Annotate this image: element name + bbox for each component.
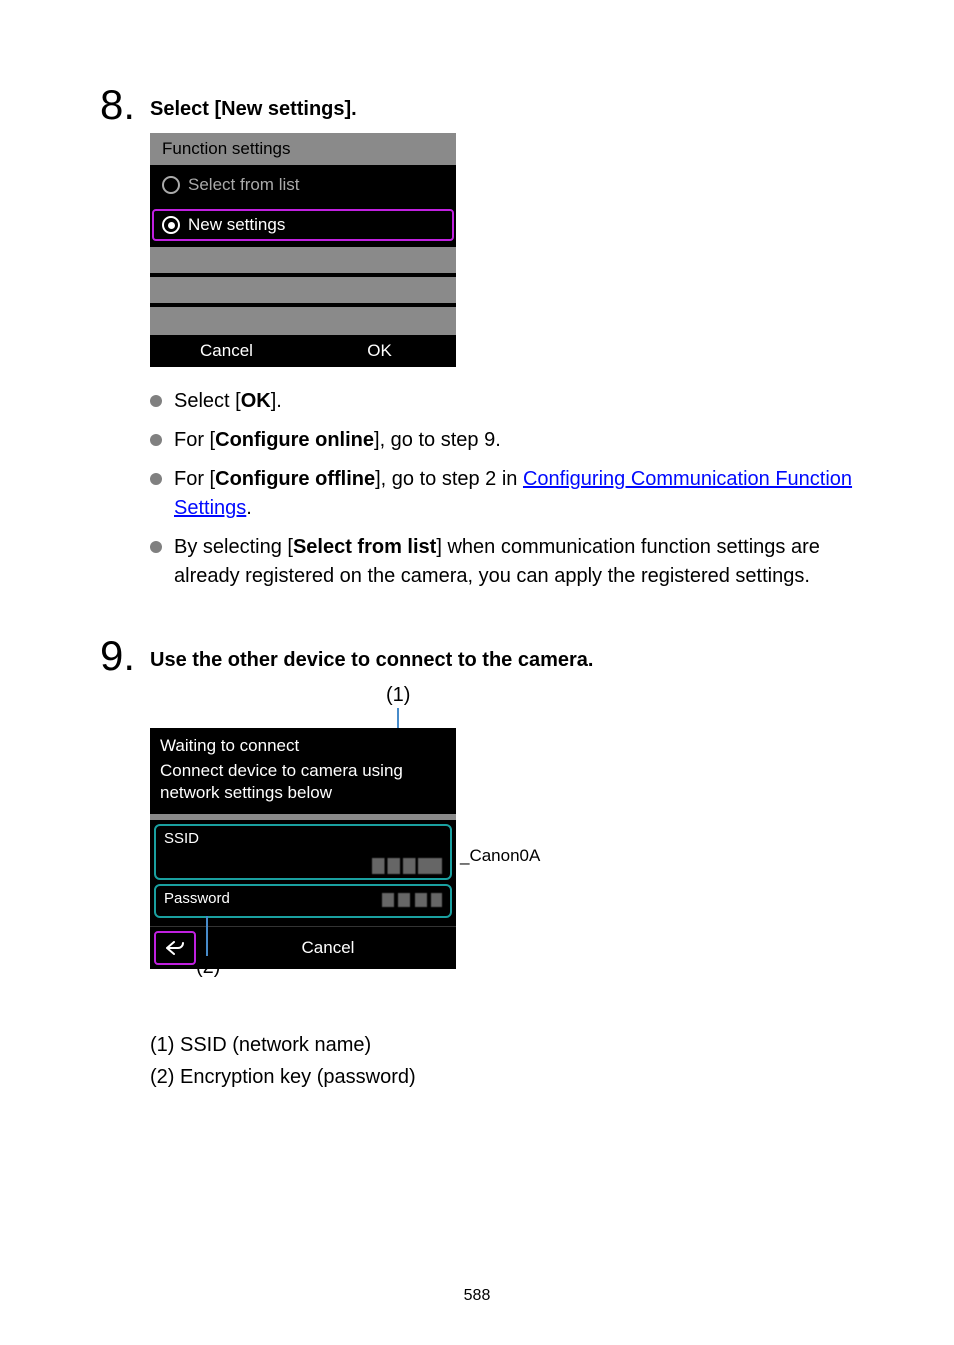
back-button[interactable] — [154, 931, 196, 965]
bullet-select-from-list: By selecting [Select from list] when com… — [150, 533, 854, 591]
lcd1-item1-label: New settings — [188, 215, 285, 235]
callout-1-label: (1) — [386, 684, 410, 707]
ssid-label: SSID — [164, 830, 442, 847]
cancel-button[interactable]: Cancel — [150, 335, 303, 367]
txt: For [ — [174, 429, 215, 451]
ssid-field[interactable]: SSID — [154, 824, 452, 880]
caption-1: (1) SSID (network name) — [150, 1029, 854, 1061]
ok-button[interactable]: OK — [303, 335, 456, 367]
step8-bullets: Select [OK]. For [Configure online], go … — [150, 387, 854, 591]
bullet-icon — [150, 541, 162, 553]
txt: ], go to step 9. — [374, 429, 501, 451]
password-redacted-icon — [382, 893, 442, 907]
txt: Select [ — [174, 390, 241, 412]
txt: For [ — [174, 468, 215, 490]
txt: By selecting [ — [174, 536, 293, 558]
bullet-icon — [150, 473, 162, 485]
lcd1-item-select-from-list[interactable]: Select from list — [150, 165, 456, 205]
ssid-redacted-icon — [372, 858, 442, 874]
step9-title: Use the other device to connect to the c… — [150, 649, 854, 672]
lcd-waiting-to-connect: Waiting to connect Connect device to cam… — [150, 728, 456, 969]
bullet-configure-offline: For [Configure offline], go to step 2 in… — [150, 465, 854, 523]
step8-title-post: ]. — [345, 98, 357, 120]
step8-title: Select [New settings]. — [150, 98, 854, 121]
callout-2-line — [206, 916, 208, 956]
txt: . — [246, 497, 252, 519]
step-9: 9. Use the other device to connect to th… — [100, 641, 854, 1093]
page-number: 588 — [0, 1287, 954, 1305]
radio-icon — [162, 176, 180, 194]
txt: ], go to step 2 in — [375, 468, 523, 490]
txt: Select from list — [293, 536, 436, 558]
lcd2-sub: Connect device to camera using network s… — [150, 758, 456, 814]
lcd2-title: Waiting to connect — [150, 728, 456, 758]
step-number-9: 9. — [100, 635, 150, 677]
cancel-button-2[interactable]: Cancel — [200, 930, 456, 966]
lcd1-item-new-settings[interactable]: New settings — [150, 205, 456, 245]
txt: Configure offline — [215, 468, 375, 490]
callout-captions: (1) SSID (network name) (2) Encryption k… — [150, 1029, 854, 1093]
lcd1-spacer — [150, 305, 456, 333]
lcd1-spacer — [150, 245, 456, 273]
callout-2-label: (2) — [196, 956, 220, 979]
lcd1-footer: Cancel OK — [150, 333, 456, 367]
bullet-select-ok: Select [OK]. — [150, 387, 854, 416]
lcd1-list: Select from list New settings — [150, 165, 456, 245]
lcd1-title: Function settings — [150, 133, 456, 165]
lcd1-spacer — [150, 275, 456, 303]
lcd2-wrap: (1) Waiting to connect Connect device to… — [150, 684, 510, 1013]
bullet-configure-online: For [Configure online], go to step 9. — [150, 426, 854, 455]
step-number-8: 8. — [100, 84, 150, 126]
bullet-icon — [150, 395, 162, 407]
lcd1-item0-label: Select from list — [188, 175, 299, 195]
txt: OK — [241, 390, 271, 412]
txt: Configure online — [215, 429, 374, 451]
lcd-function-settings: Function settings Select from list New s… — [150, 133, 456, 367]
back-arrow-icon — [166, 941, 184, 955]
step-8: 8. Select [New settings]. Function setti… — [100, 90, 854, 601]
step8-title-pre: Select [ — [150, 98, 221, 120]
bullet-icon — [150, 434, 162, 446]
ssid-value-suffix: _Canon0A — [460, 846, 540, 866]
caption-2: (2) Encryption key (password) — [150, 1061, 854, 1093]
password-field[interactable]: Password — [154, 884, 452, 918]
txt: ]. — [271, 390, 282, 412]
step8-title-bold: New settings — [221, 98, 344, 120]
radio-selected-icon — [162, 216, 180, 234]
